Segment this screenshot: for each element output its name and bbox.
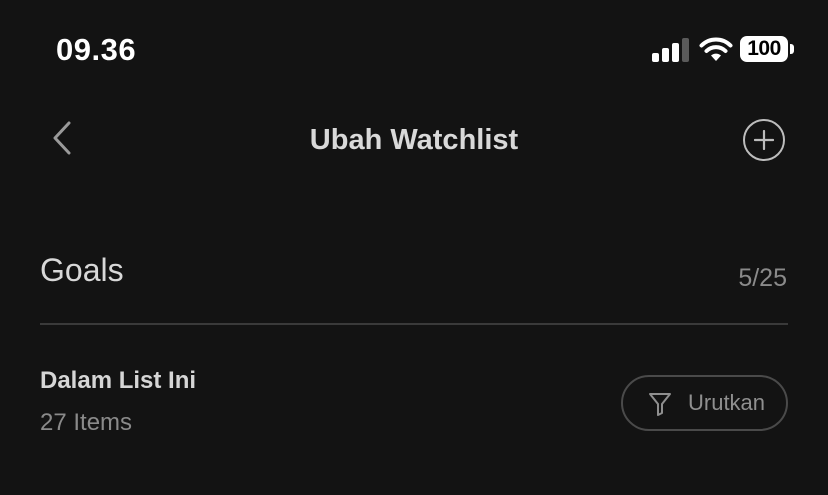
section-title: Dalam List Ini: [40, 367, 197, 394]
plus-circle-icon: [754, 130, 774, 150]
character-count: 5/25: [738, 264, 787, 292]
battery-level: 100: [747, 37, 781, 60]
edit-watchlist-screen: 09.36 100 Ubah Watchlist Goals 5/25 Dala…: [0, 0, 828, 495]
battery-cap: [790, 44, 794, 54]
watchlist-name-input[interactable]: Goals: [40, 248, 124, 292]
divider: [40, 323, 788, 325]
sort-label: Urutkan: [688, 390, 766, 415]
status-bar: 09.36 100: [0, 0, 828, 100]
add-button[interactable]: [743, 119, 785, 161]
item-count: 27 Items: [40, 409, 133, 436]
filter-icon: [649, 393, 671, 416]
chevron-left-icon: [53, 121, 71, 155]
back-button[interactable]: [40, 116, 84, 160]
sort-button[interactable]: Urutkan: [621, 375, 788, 431]
wifi-icon: [699, 37, 733, 61]
cellular-signal-icon: [652, 38, 689, 62]
status-time: 09.36: [56, 32, 137, 67]
battery-indicator: 100: [740, 36, 794, 64]
page-title: Ubah Watchlist: [309, 124, 519, 156]
